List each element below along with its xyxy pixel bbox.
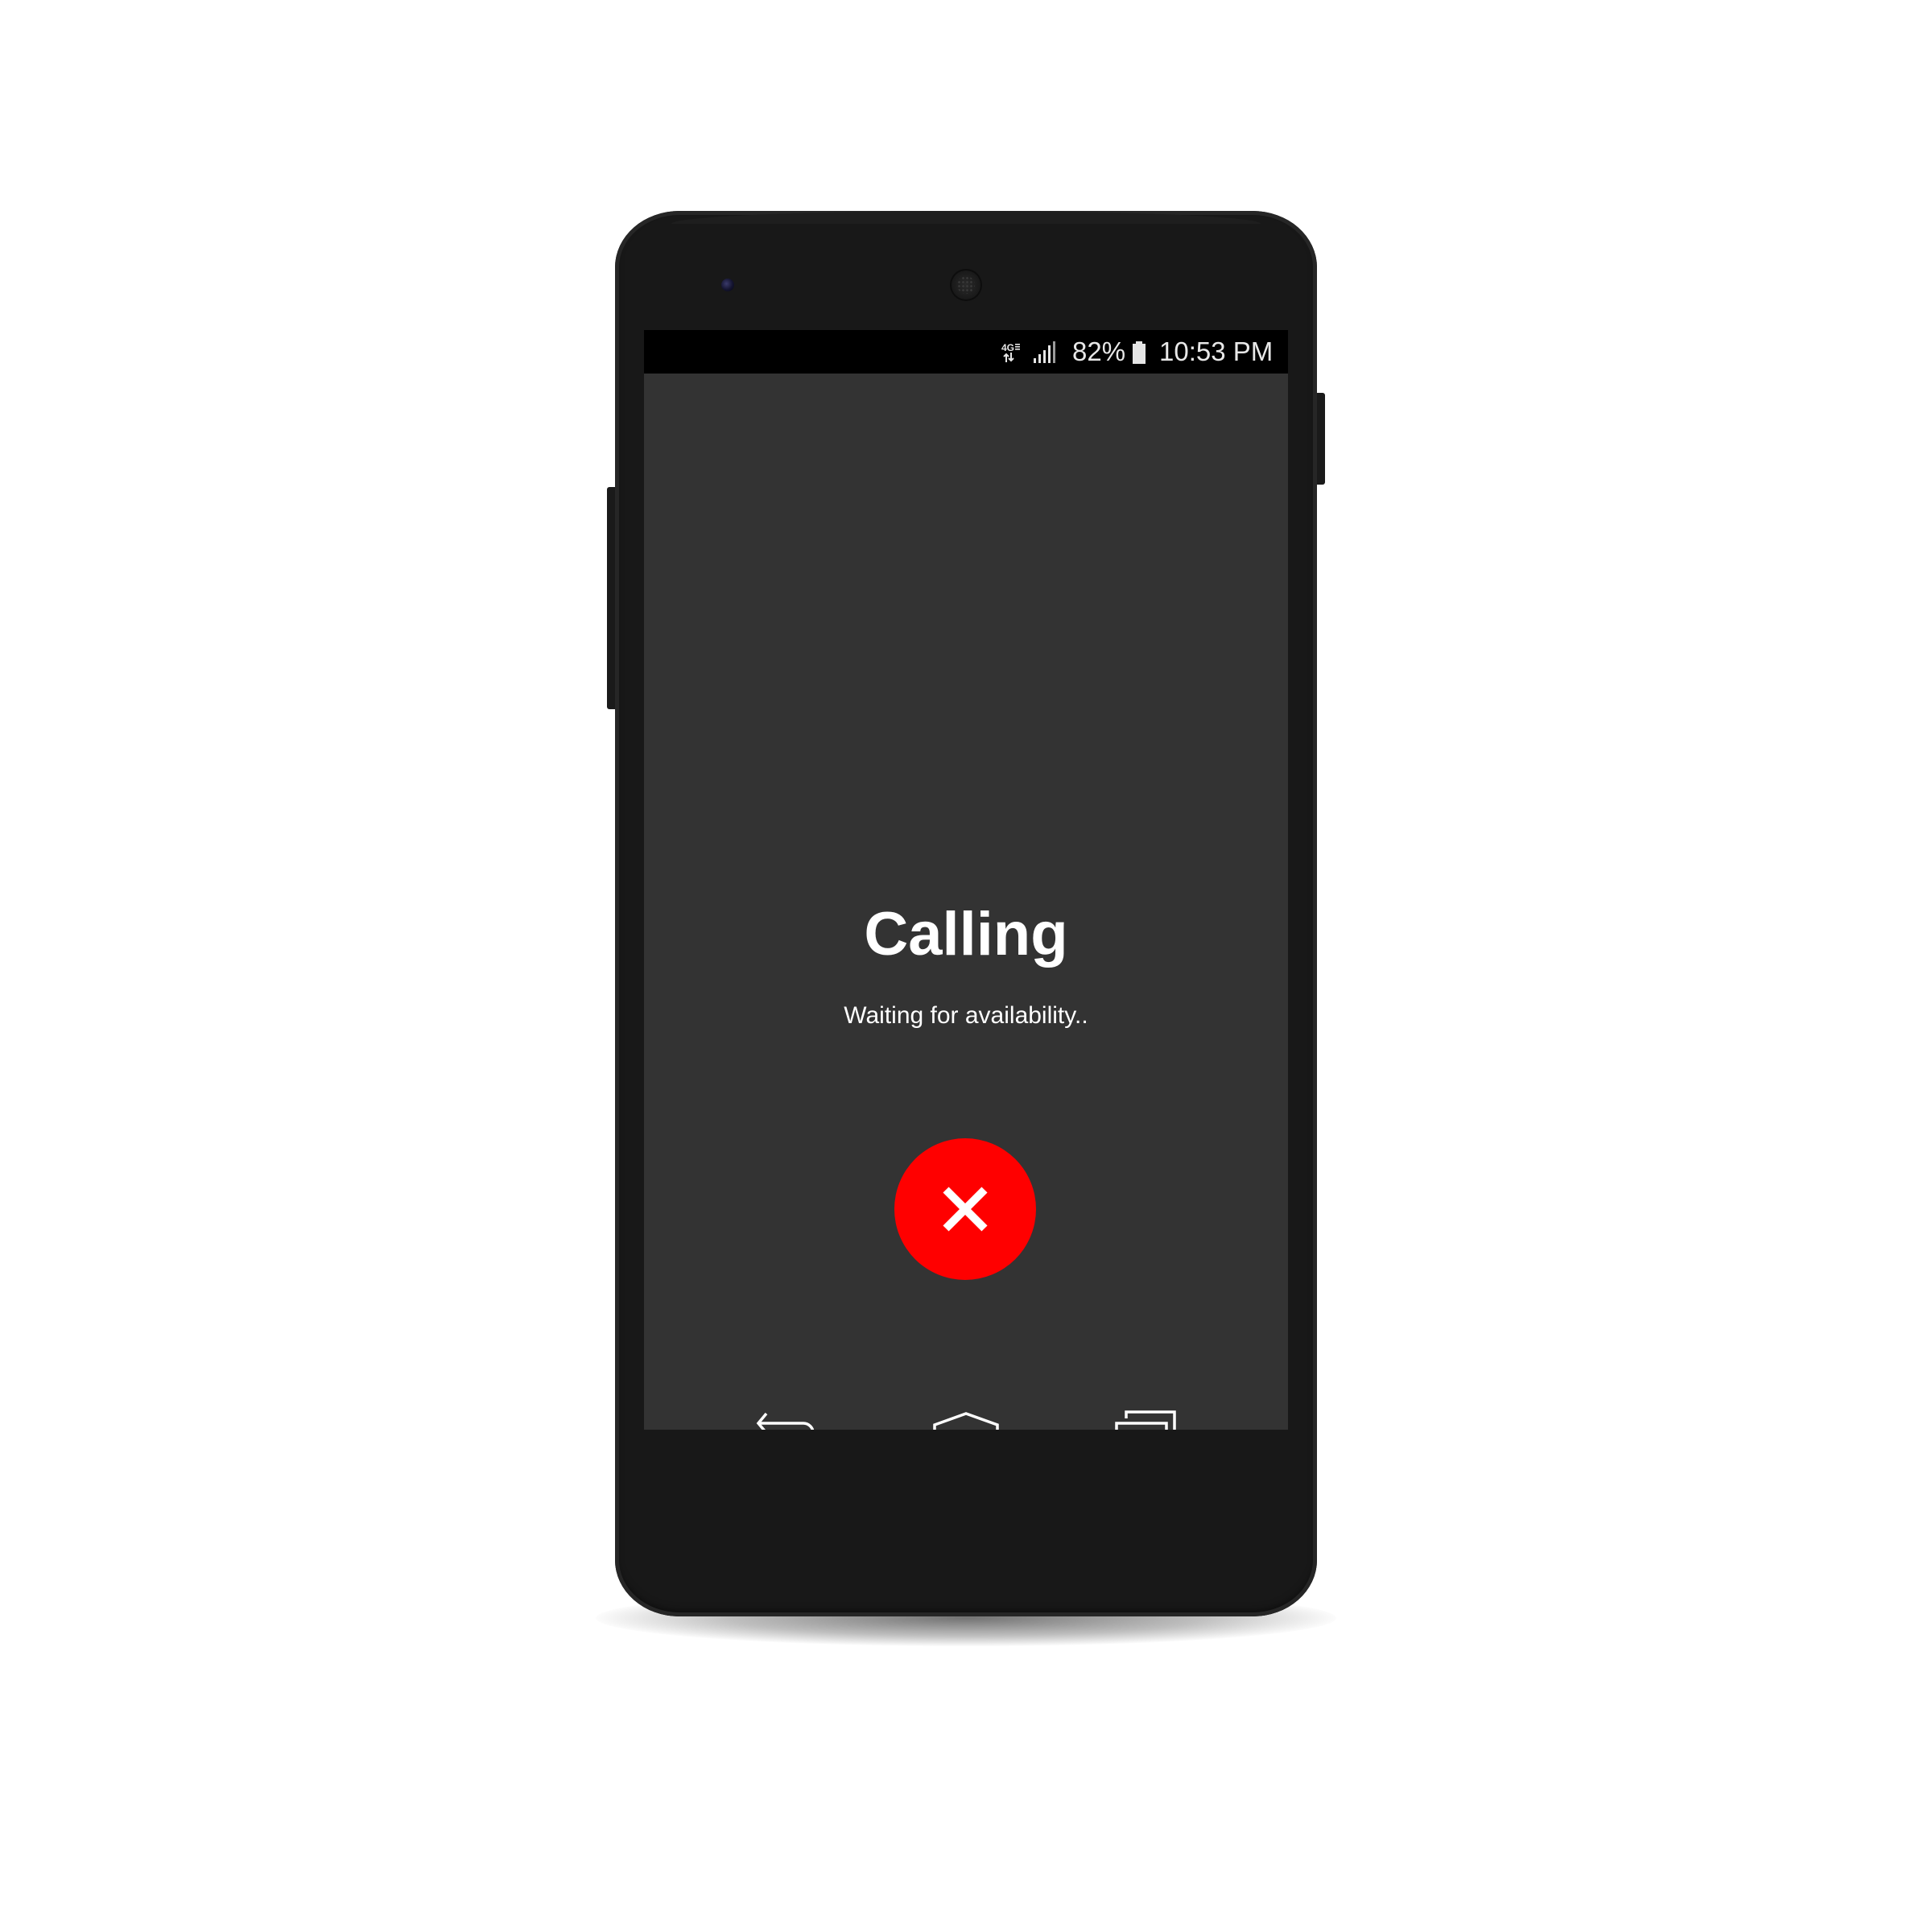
end-call-button[interactable]	[894, 1138, 1036, 1280]
call-status-text: Waiting for availability..	[844, 1002, 1088, 1029]
status-clock: 10:53 PM	[1159, 336, 1274, 366]
back-icon	[756, 1412, 815, 1430]
earpiece-speaker-icon	[950, 269, 982, 301]
mockup-stage: 4G 82% 10:53 PM Calling Waiting for avai…	[0, 0, 1932, 1932]
signal-strength-icon	[1034, 341, 1055, 363]
phone-body: 4G 82% 10:53 PM Calling Waiting for avai…	[615, 211, 1317, 1616]
nav-back-button[interactable]	[755, 1410, 818, 1430]
call-title: Calling	[864, 900, 1068, 968]
status-bar: 4G 82% 10:53 PM	[644, 330, 1288, 374]
battery-icon	[1133, 341, 1146, 364]
front-camera-icon	[721, 279, 734, 291]
svg-text:4G: 4G	[1001, 342, 1014, 353]
phone-screen: 4G 82% 10:53 PM Calling Waiting for avai…	[644, 330, 1288, 1430]
phone-top-edge	[671, 211, 1261, 224]
battery-percentage: 82%	[1072, 336, 1126, 366]
home-icon	[933, 1412, 999, 1430]
recent-apps-icon	[1115, 1410, 1176, 1430]
nav-recent-apps-button[interactable]	[1113, 1409, 1178, 1430]
close-icon	[943, 1187, 988, 1232]
4g-lte-icon: 4G	[1001, 342, 1020, 362]
nav-home-button[interactable]	[932, 1410, 1000, 1430]
